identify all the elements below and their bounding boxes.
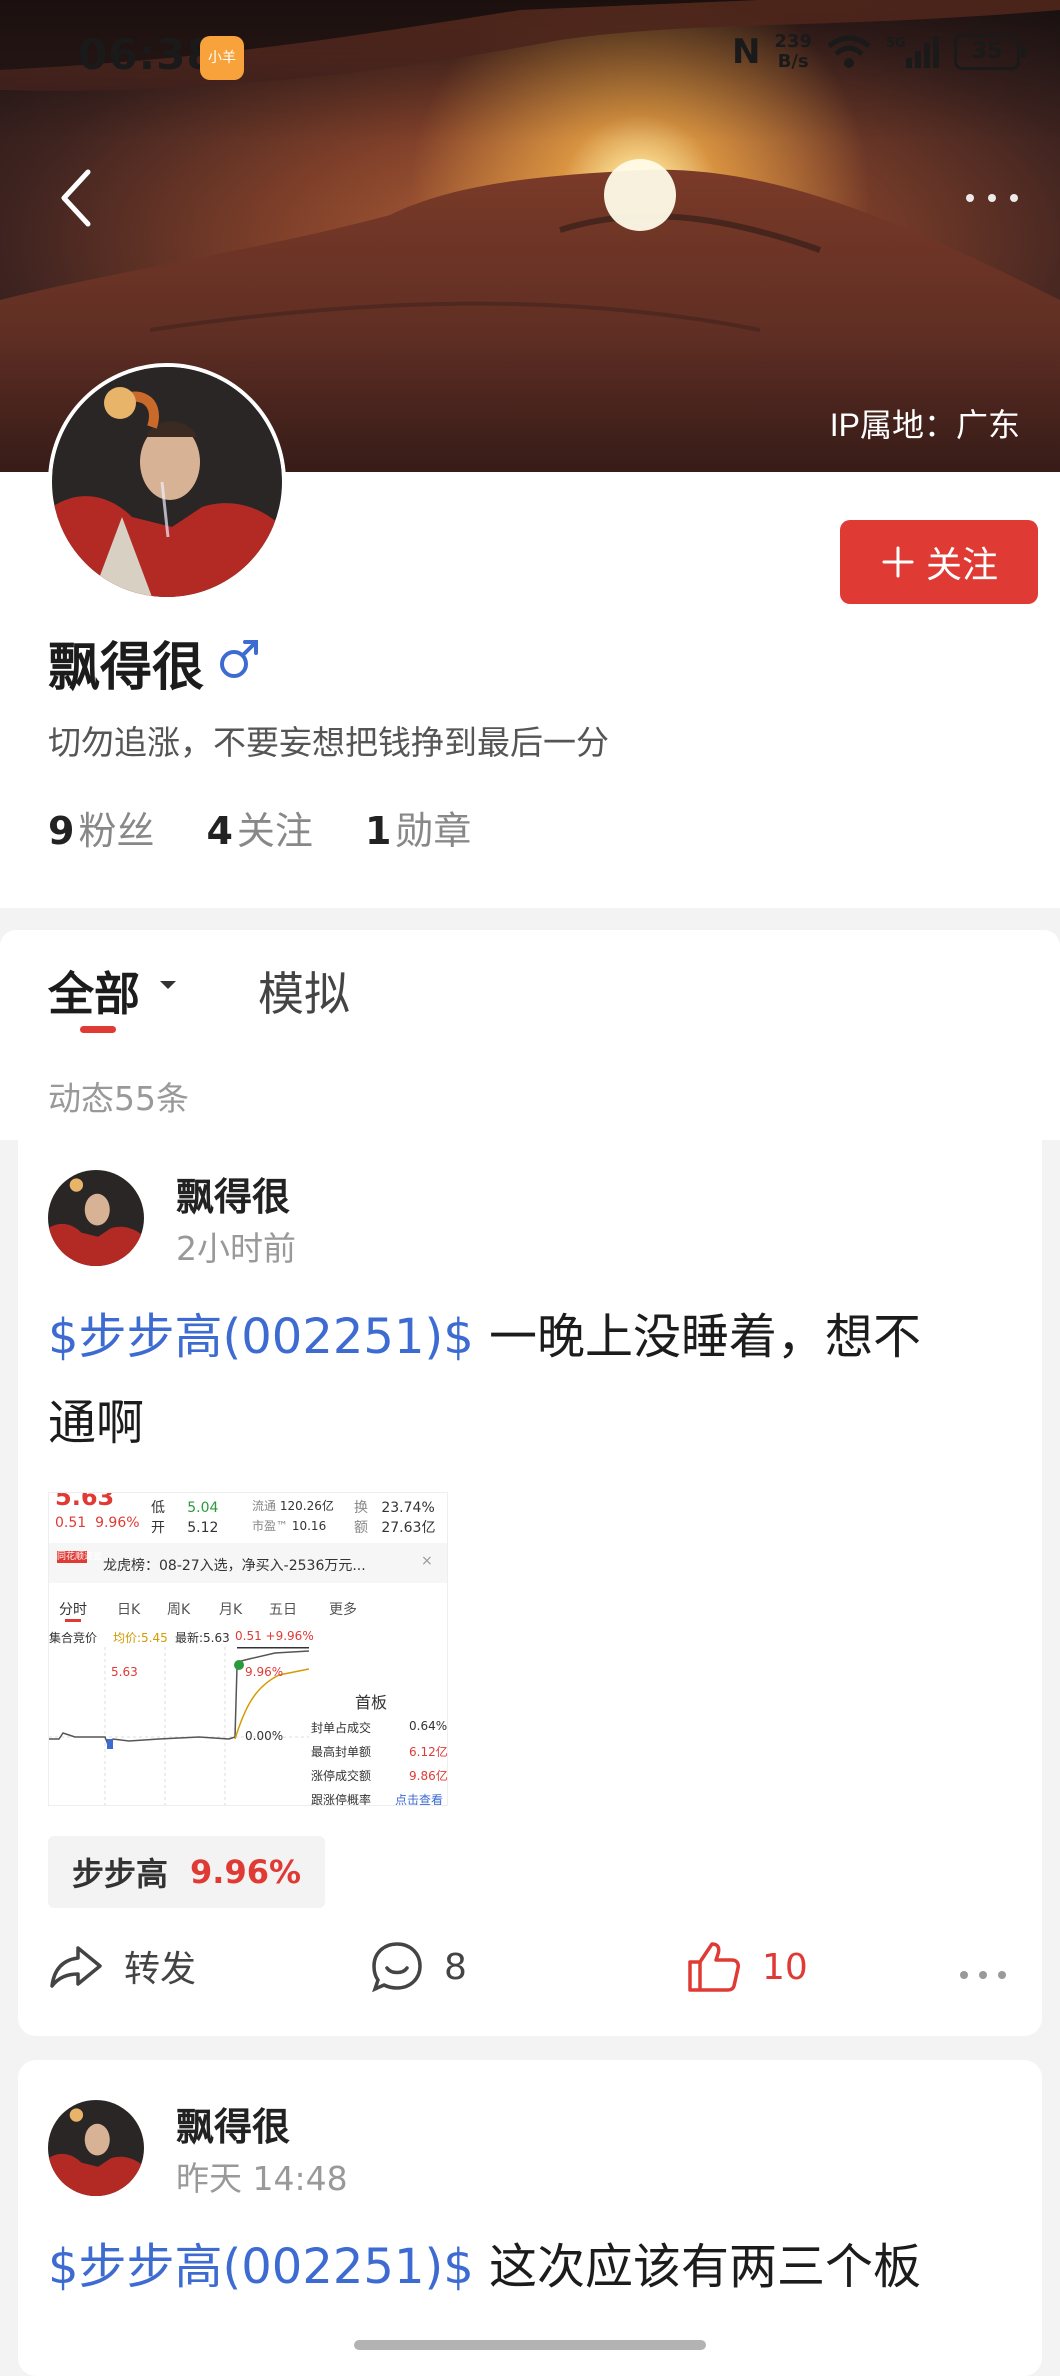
post-card[interactable]: 飘得很 昨天 14:48 $步步高(002251)$ 这次应该有两三个板 [18, 2060, 1042, 2376]
post-card[interactable]: 飘得很 2小时前 $步步高(002251)$ 一晚上没睡着，想不 通啊 5.63… [18, 1130, 1042, 2036]
img-latest-chg: 0.51 +9.96% [235, 1629, 314, 1643]
img-price: 5.63 [55, 1492, 115, 1511]
home-indicator[interactable] [354, 2340, 706, 2350]
img-tab-intraday: 分时 [59, 1602, 87, 1618]
post-avatar[interactable] [48, 1170, 144, 1266]
post-content[interactable]: $步步高(002251)$ 一晚上没睡着，想不 通啊 [48, 1294, 1028, 1466]
img-tab-week: 周K [167, 1602, 191, 1618]
stat-fans-label: 粉丝 [78, 809, 155, 853]
battery-icon: 35 [954, 34, 1026, 70]
follow-button-label: 关注 [925, 545, 998, 586]
stock-tag-name: 步步高 [72, 1855, 169, 1893]
male-gender-icon [220, 640, 258, 678]
share-arrow-icon [50, 1946, 102, 1988]
profile-stats: 9 粉丝 4 关注 1 勋章 [48, 800, 471, 855]
back-arrow-icon[interactable] [56, 168, 96, 228]
tab-all[interactable]: 全部 [48, 958, 140, 1024]
stock-tag-change: 9.96% [190, 1853, 302, 1891]
stat-following[interactable]: 4 关注 [206, 800, 312, 855]
tab-simulated[interactable]: 模拟 [258, 958, 350, 1024]
post-text-line1: 这次应该有两三个板 [473, 2239, 922, 2295]
post-text-line1: 一晚上没睡着，想不 [473, 1309, 922, 1365]
avatar[interactable] [48, 363, 286, 601]
img-avg: 均价:5.45 [113, 1631, 168, 1645]
follow-button[interactable]: 关注 [840, 520, 1038, 604]
notification-app-icon: 小羊 [200, 36, 244, 80]
img-axis-zero: 0.00% [245, 1729, 284, 1743]
share-label: 转发 [124, 1949, 197, 1990]
img-side-row: 封单占成交 0.64% [311, 1719, 448, 1735]
post-avatar[interactable] [48, 2100, 144, 2196]
post-content[interactable]: $步步高(002251)$ 这次应该有两三个板 [48, 2224, 1028, 2310]
img-dragon-text: 龙虎榜：08-27入选，净买入-2536万元... [103, 1558, 366, 1574]
img-dragon-close-icon: × [421, 1553, 433, 1569]
post-time: 2小时前 [176, 1229, 296, 1268]
comment-count: 8 [444, 1946, 467, 1988]
img-float: 流通 120.26亿 [252, 1499, 334, 1513]
profile-bio: 切勿追涨，不要妄想把钱挣到最后一分 [48, 723, 609, 762]
img-side-row: 最高封单额 6.12亿 [311, 1745, 448, 1759]
stat-following-count: 4 [206, 809, 233, 853]
wifi-icon [827, 35, 871, 68]
img-dragon-badge: 同花顺速鉴 [57, 1551, 103, 1563]
svg-text:5G: 5G [886, 36, 906, 51]
ip-location: IP属地：广东 [829, 407, 1020, 443]
post-text-line2: 通啊 [48, 1395, 145, 1451]
stock-link[interactable]: $步步高(002251)$ [48, 2239, 474, 2295]
post-time: 昨天 14:48 [176, 2159, 348, 2198]
profile-nickname: 飘得很 [48, 638, 205, 698]
img-low: 低 5.04 [151, 1500, 219, 1516]
caret-down-icon[interactable] [158, 978, 178, 992]
stat-medals-count: 1 [364, 809, 392, 853]
share-button[interactable]: 转发 [48, 1940, 196, 1992]
img-side-title: 首板 [355, 1693, 388, 1712]
stock-link[interactable]: $步步高(002251)$ [48, 1309, 474, 1365]
nfc-icon: N [731, 32, 761, 72]
cellular-signal-icon: 5G [886, 36, 939, 68]
img-tab-month: 月K [219, 1602, 243, 1618]
stat-fans[interactable]: 9 粉丝 [48, 800, 154, 855]
network-speed: 239 B/s [774, 32, 812, 72]
img-tab-indicator [65, 1619, 81, 1622]
network-speed-unit: B/s [777, 51, 809, 72]
network-speed-value: 239 [774, 31, 812, 52]
img-tab-more: 更多 [329, 1602, 357, 1618]
status-bar: 06:38 小羊 N 239 B/s 5G 35 [0, 0, 1060, 110]
img-amount: 额 27.63亿 [354, 1520, 436, 1536]
stat-medals[interactable]: 1 勋章 [365, 800, 471, 855]
img-tab-day: 日K [117, 1602, 141, 1618]
status-time: 06:38 [78, 30, 217, 79]
img-turnover: 换 23.74% [354, 1500, 435, 1516]
img-axis-pct-top: 9.96% [245, 1665, 284, 1679]
img-auction: 集合竞价 [49, 1631, 98, 1645]
stock-tag[interactable]: 步步高 9.96% [48, 1836, 326, 1908]
comment-icon [372, 1942, 422, 1993]
post-image-stock-screenshot[interactable]: 5.63 0.51 9.96% 低 5.04 开 5.12 流通 120.26亿… [48, 1492, 448, 1806]
like-button[interactable]: 10 [686, 1940, 808, 1994]
post-actions: 转发 8 10 [18, 1940, 1042, 2010]
img-latest: 最新:5.63 [175, 1631, 230, 1645]
more-options-icon[interactable] [962, 178, 1022, 218]
active-tab-indicator [80, 1026, 116, 1033]
post-author[interactable]: 飘得很 [176, 2096, 290, 2151]
plus-icon [882, 546, 914, 578]
img-side-row: 跟涨停概率 点击查看 [311, 1793, 444, 1806]
img-axis-top: 5.63 [111, 1665, 138, 1679]
post-author[interactable]: 飘得很 [176, 1166, 290, 1221]
post-more-icon[interactable] [958, 1968, 1008, 1982]
stat-following-label: 关注 [236, 809, 313, 853]
comment-button[interactable]: 8 [370, 1940, 467, 1994]
stat-fans-count: 9 [48, 809, 75, 853]
thumbs-up-icon [688, 1942, 740, 1992]
img-pe: 市盈™ 10.16 [252, 1519, 327, 1533]
img-change: 0.51 9.96% [55, 1515, 140, 1531]
stat-medals-label: 勋章 [395, 809, 472, 853]
img-tab-5day: 五日 [269, 1602, 297, 1618]
img-side-row: 涨停成交额 9.86亿 [311, 1769, 448, 1783]
feed-count: 动态55条 [48, 1079, 189, 1118]
img-open: 开 5.12 [151, 1520, 219, 1536]
like-count: 10 [762, 1946, 808, 1988]
